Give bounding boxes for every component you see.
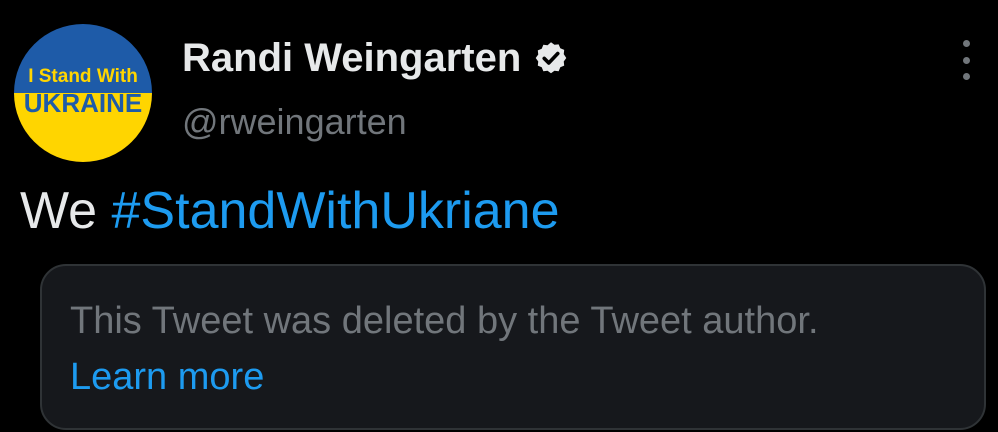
more-dot <box>962 56 970 64</box>
tweet-text-prefix: We <box>20 182 98 240</box>
more-dot <box>962 73 970 80</box>
avatar-image: I Stand With UKRAINE <box>14 24 152 162</box>
avatar-text-line1: I Stand With <box>28 66 138 87</box>
deleted-tweet-message: This Tweet was deleted by the Tweet auth… <box>70 300 819 342</box>
more-dot <box>962 40 970 47</box>
author-name-link[interactable]: Randi Weingarten <box>182 34 569 82</box>
avatar[interactable]: I Stand With UKRAINE <box>14 24 152 162</box>
author-name: Randi Weingarten <box>182 36 522 80</box>
author-handle[interactable]: @rweingarten <box>182 100 407 144</box>
hashtag-link[interactable]: #StandWithUkriane <box>112 182 560 240</box>
verified-badge-icon <box>533 40 569 76</box>
avatar-text-line2: UKRAINE <box>24 88 142 118</box>
learn-more-link[interactable]: Learn more <box>70 352 264 402</box>
tweet-text: We #StandWithUkriane <box>20 180 560 242</box>
deleted-quote-card: This Tweet was deleted by the Tweet auth… <box>40 264 986 430</box>
more-vertical-icon[interactable] <box>952 40 980 80</box>
